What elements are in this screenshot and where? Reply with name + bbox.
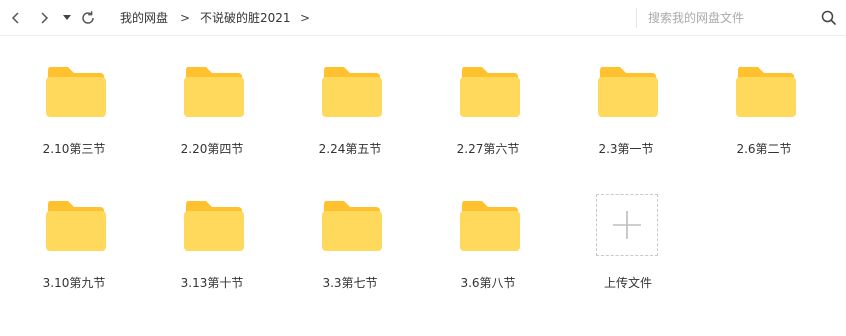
folder-item[interactable]: 3.10第九节 — [14, 170, 134, 295]
folder-item[interactable]: 2.6第二节 — [704, 36, 824, 161]
folder-icon — [184, 201, 244, 251]
refresh-button[interactable] — [78, 6, 98, 30]
folder-item[interactable]: 2.3第一节 — [566, 36, 686, 161]
upload-button[interactable] — [596, 194, 658, 256]
folder-name: 2.3第一节 — [598, 142, 654, 156]
folder-name: 3.3第七节 — [322, 276, 378, 290]
search-input[interactable] — [646, 6, 810, 30]
folder-name: 3.13第十节 — [180, 276, 244, 290]
history-dropdown-button[interactable] — [60, 6, 74, 30]
folder-icon — [460, 201, 520, 251]
plus-icon — [613, 211, 641, 239]
folder-icon — [598, 67, 658, 117]
folder-icon — [736, 67, 796, 117]
folder-name: 2.27第六节 — [456, 142, 520, 156]
folder-item[interactable]: 2.27第六节 — [428, 36, 548, 161]
forward-button[interactable] — [36, 6, 52, 30]
folder-item[interactable]: 2.10第三节 — [14, 36, 134, 161]
folder-item[interactable]: 3.6第八节 — [428, 170, 548, 295]
folder-icon — [322, 67, 382, 117]
breadcrumb-item-root[interactable]: 我的网盘 — [120, 0, 168, 36]
folder-icon — [322, 201, 382, 251]
folder-icon — [46, 67, 106, 117]
folder-name: 3.6第八节 — [460, 276, 516, 290]
toolbar: 我的网盘 > 不说破的脏2021 > — [0, 0, 846, 36]
folder-name: 2.10第三节 — [42, 142, 106, 156]
folder-item[interactable]: 2.24第五节 — [290, 36, 410, 161]
refresh-icon — [82, 11, 94, 24]
folder-icon — [46, 201, 106, 251]
caret-down-icon — [63, 15, 71, 20]
breadcrumb-item-current[interactable]: 不说破的脏2021 — [200, 0, 291, 36]
breadcrumb-separator: > — [300, 11, 311, 25]
folder-item[interactable]: 3.13第十节 — [152, 170, 272, 295]
folder-name: 2.6第二节 — [736, 142, 792, 156]
chevron-right-icon — [41, 12, 49, 24]
upload-file-tile[interactable]: 上传文件 — [568, 170, 688, 295]
chevron-left-icon — [11, 12, 19, 24]
upload-label: 上传文件 — [603, 276, 652, 290]
divider — [636, 8, 637, 28]
folder-icon — [460, 67, 520, 117]
folder-name: 2.24第五节 — [318, 142, 382, 156]
breadcrumb-separator: > — [180, 11, 191, 25]
back-button[interactable] — [8, 6, 24, 30]
folder-icon — [184, 67, 244, 117]
folder-item[interactable]: 2.20第四节 — [152, 36, 272, 161]
folder-name: 2.20第四节 — [180, 142, 244, 156]
folder-item[interactable]: 3.3第七节 — [290, 170, 410, 295]
search-icon[interactable] — [820, 9, 838, 27]
folder-name: 3.10第九节 — [42, 276, 106, 290]
